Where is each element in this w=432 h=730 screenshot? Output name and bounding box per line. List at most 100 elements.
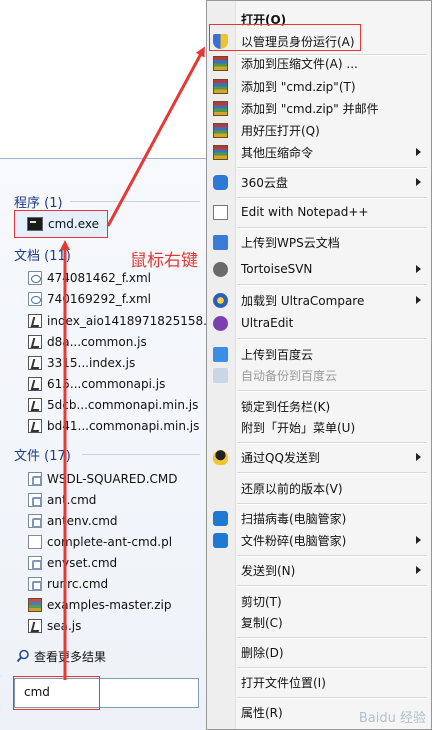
pl-file-icon <box>28 535 42 549</box>
document-result[interactable]: 615...commonapi.js <box>28 374 213 394</box>
document-result[interactable]: bd41...commonapi.min.js <box>28 416 213 436</box>
menu-item-send-via-qq[interactable]: 通过QQ发送到 <box>207 446 431 468</box>
run-as-admin-highlight-box <box>209 24 361 51</box>
menu-item-label: 通过QQ发送到 <box>241 450 320 465</box>
menu-separator <box>237 585 427 587</box>
submenu-arrow-icon <box>416 566 421 574</box>
document-result[interactable]: 474081462_f.xml <box>28 268 213 288</box>
file-result[interactable]: WSDL-SQUARED.CMD <box>28 469 213 489</box>
menu-item-other-compress-commands[interactable]: 其他压缩命令 <box>207 141 431 163</box>
winrar-icon <box>213 101 228 116</box>
menu-separator <box>237 338 427 340</box>
ultraedit-icon <box>213 316 228 331</box>
menu-separator <box>237 472 427 474</box>
document-result[interactable]: 5dcb...commonapi.min.js <box>28 395 213 415</box>
file-result[interactable]: runrc.cmd <box>28 574 213 594</box>
see-more-results-link[interactable]: 查看更多结果 <box>16 646 106 666</box>
menu-item-pin-to-start-menu[interactable]: 附到「开始」菜单(U) <box>207 416 431 438</box>
submenu-arrow-icon <box>416 265 421 273</box>
menu-item-auto-backup-baidu-cloud[interactable]: 自动备份到百度云 <box>207 364 431 386</box>
menu-item-label: TortoiseSVN <box>241 262 313 276</box>
xml-file-icon <box>28 292 42 306</box>
menu-item-send-to[interactable]: 发送到(N) <box>207 559 431 581</box>
document-result-label: index_aio1418971825158.js <box>47 314 213 328</box>
cmd-file-icon <box>28 556 42 570</box>
menu-item-restore-previous-versions[interactable]: 还原以前的版本(V) <box>207 477 431 499</box>
menu-item-upload-baidu-cloud[interactable]: 上传到百度云 <box>207 343 431 365</box>
cmd-file-icon <box>28 514 42 528</box>
tencent-pc-manager-icon <box>213 511 228 526</box>
file-result-label: ant.cmd <box>47 493 97 507</box>
menu-item-cut[interactable]: 剪切(T) <box>207 590 431 612</box>
menu-separator <box>237 667 427 669</box>
baidu-cloud-icon <box>213 347 228 362</box>
file-result-label: complete-ant-cmd.pl <box>47 535 173 549</box>
ultracompare-icon <box>213 293 228 308</box>
program-result-cmd-exe[interactable]: cmd.exe <box>27 214 212 234</box>
file-result-label: envset.cmd <box>47 556 118 570</box>
xml-file-icon <box>28 271 42 285</box>
menu-item-label: 复制(C) <box>241 615 283 630</box>
file-result[interactable]: ant.cmd <box>28 490 213 510</box>
document-result[interactable]: d8a...common.js <box>28 332 213 352</box>
document-result-label: 615...commonapi.js <box>47 377 166 391</box>
menu-separator <box>237 503 427 505</box>
menu-item-upload-wps-cloud[interactable]: 上传到WPS云文档 <box>207 231 431 253</box>
menu-item-label: UltraEdit <box>241 316 294 330</box>
menu-item-edit-with-notepad-plus-plus[interactable]: Edit with Notepad++ <box>207 201 431 223</box>
desktop-background <box>0 0 206 158</box>
file-result[interactable]: examples-master.zip <box>28 595 213 615</box>
file-result-label: runrc.cmd <box>47 577 109 591</box>
menu-item-load-ultracompare[interactable]: 加载到 UltraCompare <box>207 289 431 311</box>
cmd-file-icon <box>28 577 42 591</box>
menu-item-label: 扫描病毒(电脑管家) <box>241 511 347 526</box>
360-cloud-icon <box>213 175 228 190</box>
file-result[interactable]: sea.js <box>28 616 213 636</box>
file-result[interactable]: complete-ant-cmd.pl <box>28 532 213 552</box>
menu-item-label: 属性(R) <box>241 705 283 720</box>
programs-section-divider <box>70 201 200 202</box>
context-menu: 打开(O) 以管理员身份运行(A) 添加到压缩文件(A) ... 添加到 "cm… <box>206 0 432 730</box>
file-result-label: examples-master.zip <box>47 598 172 612</box>
menu-item-label: 附到「开始」菜单(U) <box>241 420 356 435</box>
haozip-icon <box>213 145 228 160</box>
document-result[interactable]: 740169292_f.xml <box>28 289 213 309</box>
menu-item-shred-file-pc-manager[interactable]: 文件粉碎(电脑管家) <box>207 529 431 551</box>
menu-item-pin-to-taskbar[interactable]: 锁定到任务栏(K) <box>207 395 431 417</box>
cmd-exe-icon <box>27 217 43 231</box>
menu-item-copy[interactable]: 复制(C) <box>207 611 431 633</box>
menu-item-open-with-haozip[interactable]: 用好压打开(Q) <box>207 119 431 141</box>
menu-item-label: 剪切(T) <box>241 594 282 609</box>
programs-section-header[interactable]: 程序 (1) <box>14 192 63 211</box>
cmd-file-icon <box>28 493 42 507</box>
menu-item-delete[interactable]: 删除(D) <box>207 641 431 663</box>
menu-item-label: 自动备份到百度云 <box>241 368 338 383</box>
winrar-icon <box>213 79 228 94</box>
js-file-icon <box>28 335 42 349</box>
zip-file-icon <box>28 598 42 612</box>
menu-item-add-to-cmd-zip[interactable]: 添加到 "cmd.zip"(T) <box>207 75 431 97</box>
program-result-label: cmd.exe <box>48 217 100 231</box>
file-result[interactable]: envset.cmd <box>28 553 213 573</box>
see-more-results-label: 查看更多结果 <box>34 649 107 664</box>
menu-item-add-to-cmd-zip-and-email[interactable]: 添加到 "cmd.zip" 并邮件 <box>207 97 431 119</box>
baidu-cloud-icon <box>213 368 228 383</box>
menu-item-ultraedit[interactable]: UltraEdit <box>207 312 431 334</box>
document-result[interactable]: index_aio1418971825158.js <box>28 311 213 331</box>
menu-item-open-file-location[interactable]: 打开文件位置(I) <box>207 671 431 693</box>
menu-item-label: 添加到压缩文件(A) ... <box>241 56 358 71</box>
menu-item-label: 用好压打开(Q) <box>241 123 320 138</box>
documents-section-header[interactable]: 文档 (11) <box>14 245 71 264</box>
menu-item-add-to-archive[interactable]: 添加到压缩文件(A) ... <box>207 52 431 74</box>
menu-item-tortoisesvn[interactable]: TortoiseSVN <box>207 258 431 280</box>
menu-item-label: 删除(D) <box>241 645 284 660</box>
menu-item-360-cloud[interactable]: 360云盘 <box>207 171 431 193</box>
files-section-header[interactable]: 文件 (17) <box>14 445 71 464</box>
baidu-watermark: Baidu 经验 <box>358 711 426 726</box>
document-result[interactable]: 3315...index.js <box>28 353 213 373</box>
qq-icon <box>213 450 228 465</box>
file-result[interactable]: antenv.cmd <box>28 511 213 531</box>
menu-separator <box>237 197 427 199</box>
file-result-label: WSDL-SQUARED.CMD <box>47 472 178 486</box>
menu-item-scan-virus-pc-manager[interactable]: 扫描病毒(电脑管家) <box>207 507 431 529</box>
